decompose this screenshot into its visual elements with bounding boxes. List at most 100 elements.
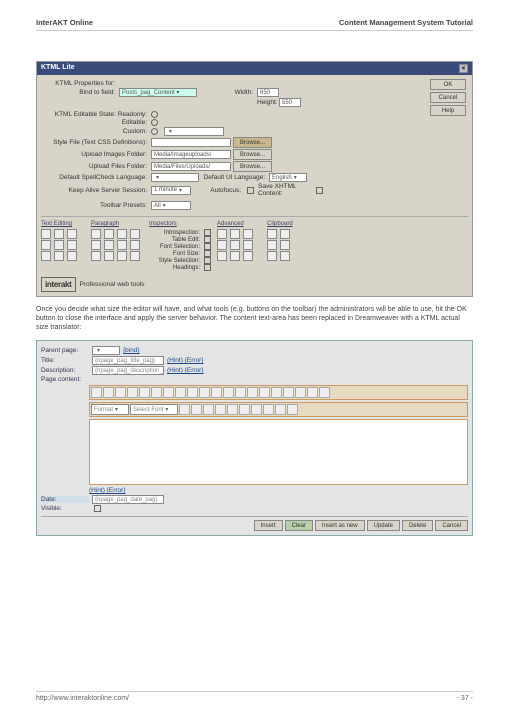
ok-button[interactable]: OK [430,79,466,90]
tool-icon[interactable] [217,240,227,250]
insp-checkbox[interactable] [204,257,211,264]
tb-icon[interactable] [259,387,270,398]
upfile-browse-button[interactable]: Browse... [233,161,272,172]
keepalive-select[interactable]: 1 minute [151,186,191,195]
insertnew-button[interactable]: Insert as new [315,520,365,531]
tb-icon[interactable] [115,387,126,398]
visible-checkbox[interactable] [94,505,101,512]
tool-icon[interactable] [280,251,290,261]
tb-icon[interactable] [91,387,102,398]
tb-icon[interactable] [211,387,222,398]
tool-icon[interactable] [67,251,77,261]
tb-icon[interactable] [283,387,294,398]
tool-icon[interactable] [117,240,127,250]
tb-icon[interactable] [187,387,198,398]
tb-icon[interactable] [287,404,298,415]
tool-icon[interactable] [267,251,277,261]
tb-icon[interactable] [247,387,258,398]
tool-icon[interactable] [217,229,227,239]
tb-icon[interactable] [307,387,318,398]
insp-checkbox[interactable] [204,229,211,236]
upimg-browse-button[interactable]: Browse... [233,149,272,160]
tool-icon[interactable] [104,251,114,261]
tool-icon[interactable] [217,251,227,261]
update-button[interactable]: Update [367,520,400,531]
tool-icon[interactable] [67,240,77,250]
tb-icon[interactable] [223,387,234,398]
autofocus-checkbox[interactable] [247,187,254,194]
tool-icon[interactable] [280,229,290,239]
tool-icon[interactable] [91,251,101,261]
tool-icon[interactable] [91,240,101,250]
insp-checkbox[interactable] [204,250,211,257]
format-select[interactable]: Format [91,404,129,415]
presets-select[interactable]: All [151,201,191,210]
tb-icon[interactable] [175,387,186,398]
readonly-radio[interactable] [151,111,158,118]
upimg-input[interactable]: Media/Imageuploads/ [151,150,231,159]
tb-icon[interactable] [263,404,274,415]
upfile-input[interactable]: Media/Files/Uploads/ [151,162,231,171]
cancel-button[interactable]: Cancel [430,92,466,103]
tool-icon[interactable] [243,240,253,250]
style-input[interactable] [151,138,231,147]
tool-icon[interactable] [130,229,140,239]
tb-icon[interactable] [103,387,114,398]
tool-icon[interactable] [230,240,240,250]
tb-icon[interactable] [235,387,246,398]
tool-icon[interactable] [117,229,127,239]
editable-radio[interactable] [151,119,158,126]
tool-icon[interactable] [243,229,253,239]
tool-icon[interactable] [41,240,51,250]
tool-icon[interactable] [267,229,277,239]
help-button[interactable]: Help [430,105,466,116]
parent-select[interactable] [92,346,120,355]
tb-icon[interactable] [163,387,174,398]
font-select[interactable]: Select Font [130,404,178,415]
title-input[interactable]: {npage_pag_title_pag} [92,356,164,365]
tb-icon[interactable] [227,404,238,415]
tool-icon[interactable] [67,229,77,239]
height-input[interactable]: 550 [279,98,301,107]
tool-icon[interactable] [230,251,240,261]
date-input[interactable]: {npage_pag_date_pag} [92,495,164,504]
tb-icon[interactable] [191,404,202,415]
tool-icon[interactable] [104,240,114,250]
tool-icon[interactable] [54,229,64,239]
style-browse-button[interactable]: Browse... [233,137,272,148]
cancel2-button[interactable]: Cancel [435,520,468,531]
close-icon[interactable]: × [459,64,468,73]
tb-icon[interactable] [319,387,330,398]
tb-icon[interactable] [251,404,262,415]
tool-icon[interactable] [117,251,127,261]
tool-icon[interactable] [230,229,240,239]
tool-icon[interactable] [280,240,290,250]
tb-icon[interactable] [127,387,138,398]
tb-icon[interactable] [179,404,190,415]
tb-icon[interactable] [203,404,214,415]
tb-icon[interactable] [215,404,226,415]
tool-icon[interactable] [54,240,64,250]
tool-icon[interactable] [130,251,140,261]
tool-icon[interactable] [41,251,51,261]
insp-checkbox[interactable] [204,236,211,243]
insert-button[interactable]: Insert [254,520,283,531]
tool-icon[interactable] [130,240,140,250]
width-input[interactable]: 650 [257,88,279,97]
insp-checkbox[interactable] [204,243,211,250]
tool-icon[interactable] [91,229,101,239]
uilang-select[interactable]: English [269,173,307,182]
tb-icon[interactable] [239,404,250,415]
clear-button[interactable]: Clear [285,520,313,531]
bind-field-select[interactable]: Posts_pag_Content ▾ [119,88,197,97]
tool-icon[interactable] [243,251,253,261]
tool-icon[interactable] [41,229,51,239]
tb-icon[interactable] [151,387,162,398]
tb-icon[interactable] [275,404,286,415]
savextml-checkbox[interactable] [316,187,323,194]
delete-button[interactable]: Delete [402,520,433,531]
tb-icon[interactable] [139,387,150,398]
tb-icon[interactable] [271,387,282,398]
tool-icon[interactable] [267,240,277,250]
insp-checkbox[interactable] [204,264,211,271]
